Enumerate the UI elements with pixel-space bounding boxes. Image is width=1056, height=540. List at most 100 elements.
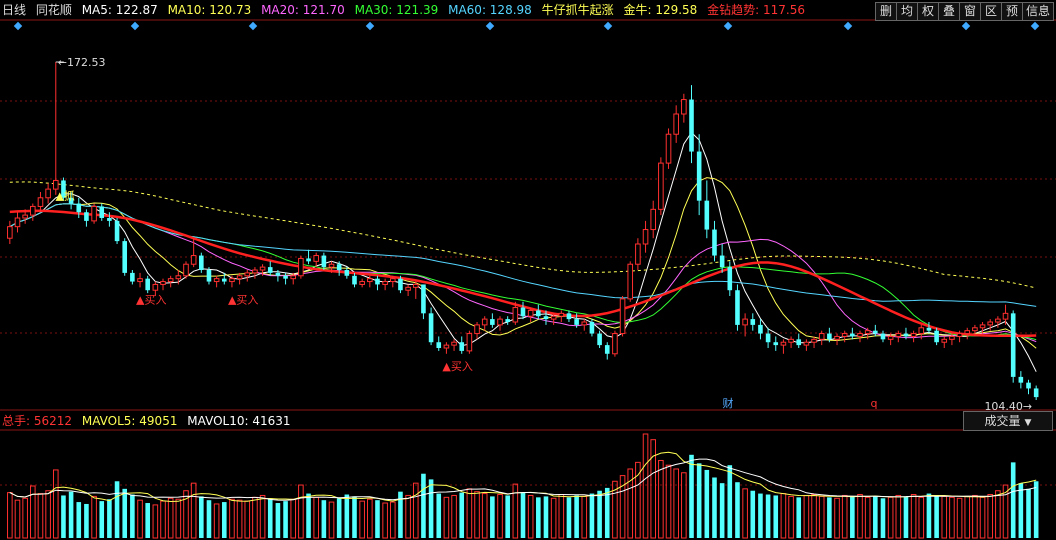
buy-signal-2: ▲买入	[442, 360, 472, 373]
candle-body	[336, 264, 342, 270]
candle-body	[887, 335, 894, 340]
candle	[145, 275, 150, 294]
candle	[910, 330, 917, 343]
volume-bar	[995, 490, 1001, 539]
average-button[interactable]: 均	[896, 2, 918, 21]
volume-bar	[796, 497, 802, 538]
rights-button[interactable]: 权	[917, 2, 939, 21]
chart-toolbar: 删 均 权 叠 窗 区 预 信息	[875, 2, 1054, 21]
candle-body	[14, 217, 21, 228]
kline-chart[interactable]: ←172.53104.40→▲抓▲买入 ▲买入▲买入财 q	[0, 0, 1056, 540]
overlay-button[interactable]: 叠	[938, 2, 960, 21]
buy-signal-1: ▲买入	[228, 293, 258, 306]
ma60-value: MA60: 128.98	[448, 3, 532, 17]
volume-bar	[581, 495, 588, 539]
candle	[199, 252, 204, 273]
volume-indicator-select[interactable]: 成交量 ▼	[963, 411, 1053, 431]
candle	[99, 203, 105, 221]
candle-body	[742, 318, 748, 326]
candle-body	[221, 278, 227, 282]
candle	[466, 330, 473, 354]
volume-bar	[336, 498, 342, 538]
candle-body	[873, 330, 878, 334]
candle	[359, 278, 365, 288]
volume-bar	[152, 504, 159, 539]
range-button[interactable]: 区	[980, 2, 1002, 21]
volume-bar	[68, 491, 74, 538]
candle-body	[259, 266, 266, 271]
event-diamond-icon	[248, 21, 258, 31]
candle	[758, 319, 763, 340]
volume-bar	[167, 497, 174, 539]
period-label: 日线	[2, 3, 27, 17]
volume-bar	[941, 495, 948, 539]
candle-body	[658, 162, 664, 210]
candle-body	[727, 267, 733, 291]
grab-signal: ▲抓	[55, 189, 74, 203]
volume-bar	[382, 502, 388, 539]
q-marker: q	[871, 397, 878, 410]
candle	[788, 336, 794, 348]
candle-body	[252, 269, 258, 274]
buy-signal-0: ▲买入	[136, 293, 166, 306]
candle-body	[987, 321, 994, 326]
window-button[interactable]: 窗	[959, 2, 981, 21]
candle-body	[459, 342, 465, 351]
candle-body	[313, 255, 319, 262]
volume-bar	[252, 496, 258, 539]
candle-body	[421, 284, 426, 314]
volume-bar	[735, 482, 740, 538]
candle-body	[520, 307, 526, 317]
candle-body	[773, 342, 779, 346]
candle-body	[834, 335, 840, 340]
candle-body	[490, 319, 495, 325]
candle	[689, 85, 694, 164]
candle-body	[466, 333, 473, 352]
candle-body	[244, 272, 251, 277]
volume-bar	[880, 498, 886, 538]
volume-bar	[910, 494, 917, 539]
forecast-button[interactable]: 预	[1001, 2, 1023, 21]
indicator-header: 日线 同花顺 MA5: 122.87 MA10: 120.73 MA20: 12…	[2, 3, 811, 17]
candle	[412, 281, 419, 299]
candle-body	[76, 203, 82, 213]
candle-body	[1026, 382, 1031, 389]
volume-bar	[122, 488, 128, 538]
event-diamond-icon	[723, 21, 733, 31]
volume-bar	[574, 495, 579, 538]
event-diamond-icon	[365, 21, 375, 31]
ma60-line	[9, 203, 1037, 307]
volume-bar	[742, 488, 748, 539]
candle-body	[183, 263, 189, 277]
candle-body	[114, 220, 120, 242]
candle	[298, 255, 304, 279]
volume-bar	[788, 495, 794, 539]
candle-body	[964, 330, 971, 335]
volume-bar	[949, 496, 955, 539]
candle	[497, 316, 503, 331]
delete-button[interactable]: 删	[875, 2, 897, 21]
volume-bar	[520, 492, 526, 538]
volume-bar	[145, 503, 150, 538]
candle	[750, 313, 756, 331]
candle-body	[1010, 313, 1016, 377]
candle-body	[536, 310, 541, 317]
candle	[167, 275, 174, 288]
candle	[658, 157, 664, 216]
candle-body	[895, 333, 902, 337]
volume-bar	[259, 494, 266, 539]
candle-body	[175, 275, 182, 280]
volume-bar	[1010, 462, 1016, 538]
candle-body	[750, 319, 756, 325]
volume-bar	[658, 459, 664, 539]
mavol5-value: MAVOL5: 49051	[81, 414, 178, 428]
candle	[183, 261, 189, 279]
candle	[137, 272, 143, 288]
candle	[267, 261, 273, 276]
candle-body	[788, 338, 794, 343]
cowboy-label: 牛仔抓牛起涨	[541, 3, 614, 17]
info-button[interactable]: 信息	[1022, 2, 1054, 21]
candle-body	[107, 218, 112, 221]
volume-bar	[803, 494, 810, 539]
candle-body	[367, 278, 373, 283]
